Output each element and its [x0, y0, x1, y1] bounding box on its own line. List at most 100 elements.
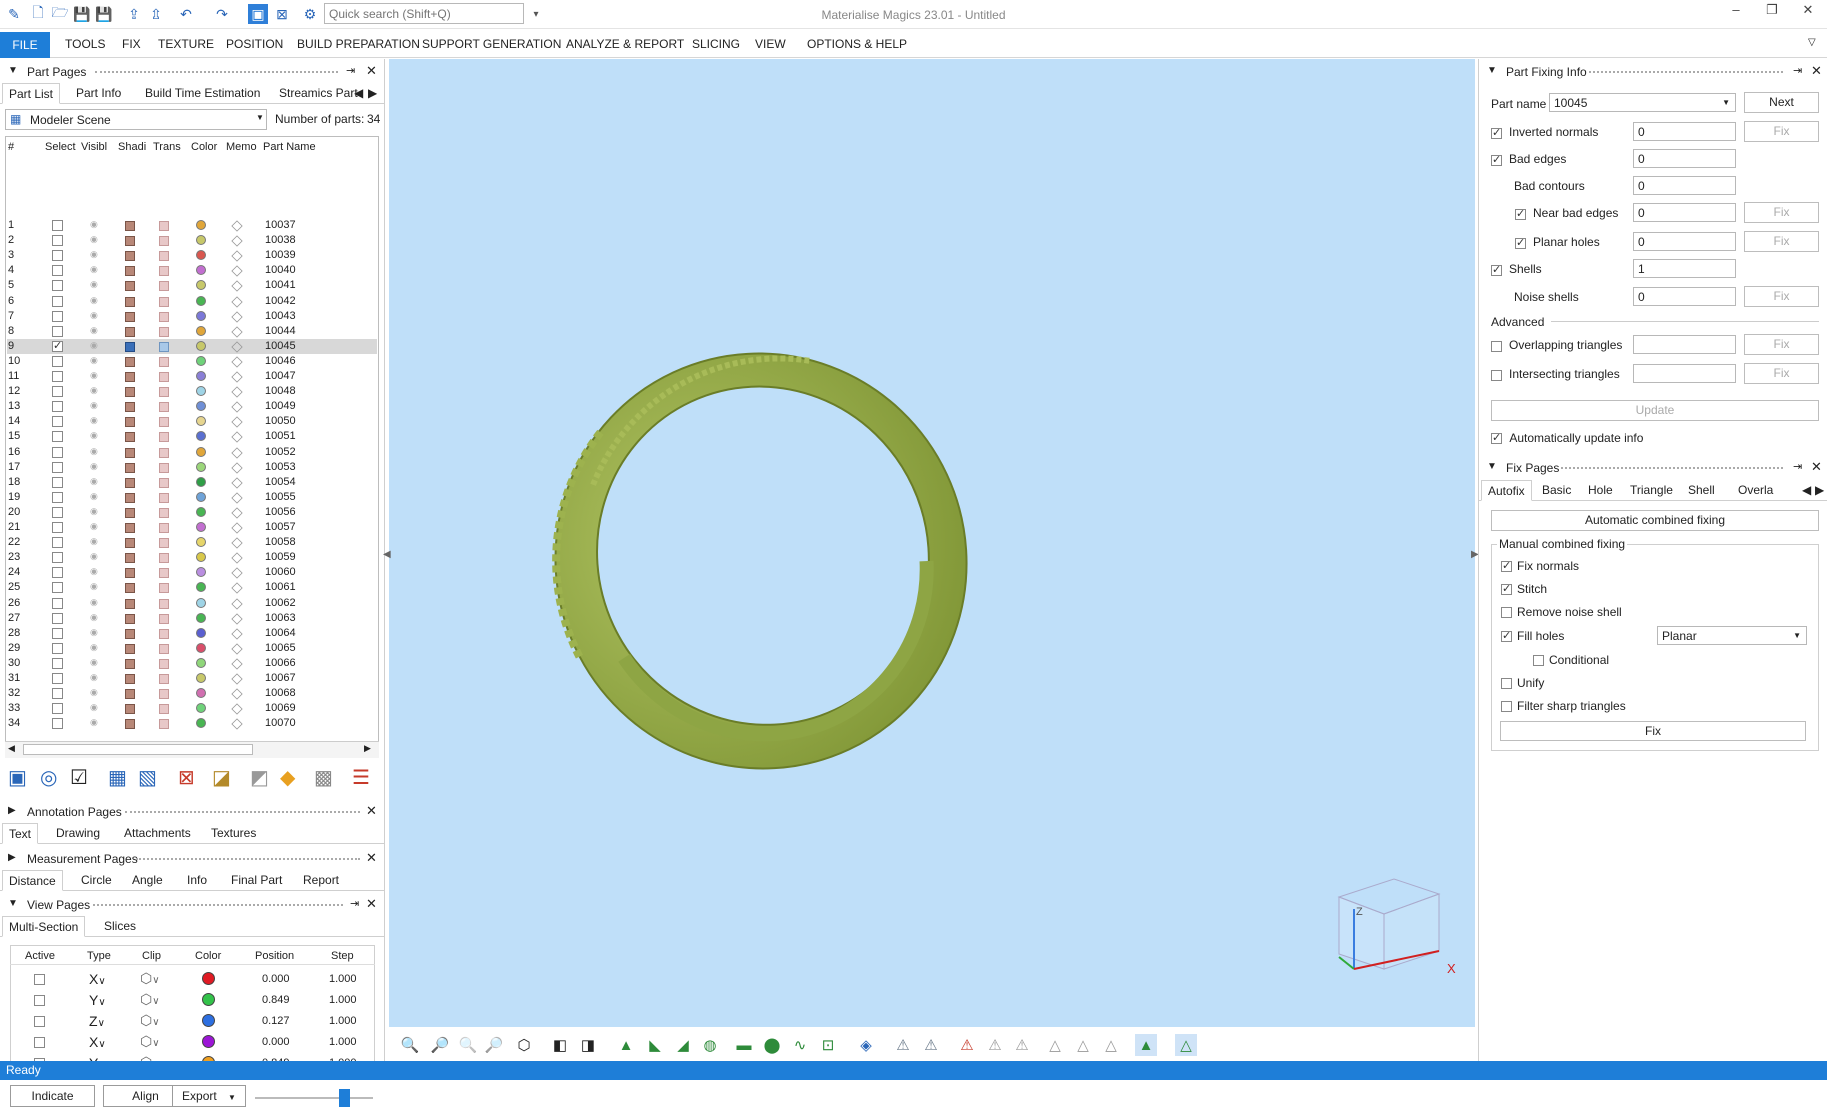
tab-info[interactable]: Info [181, 870, 213, 891]
update-button[interactable]: Update [1491, 400, 1819, 421]
pin-icon[interactable]: ⇥ [1793, 64, 1802, 77]
open-file-icon[interactable]: 🗁 [50, 4, 70, 24]
table-row[interactable]: 23 ◉ 10059 [7, 550, 377, 565]
visible-eye-icon[interactable]: ◉ [90, 430, 98, 441]
step-value[interactable]: 1.000 [329, 1015, 357, 1027]
tab-shell[interactable]: Shell [1682, 480, 1721, 501]
visible-eye-icon[interactable]: ◉ [90, 249, 98, 260]
table-row[interactable]: 24 ◉ 10060 [7, 565, 377, 580]
table-row[interactable]: 17 ◉ 10053 [7, 460, 377, 475]
checkbox[interactable] [1501, 582, 1512, 596]
table-row[interactable]: 5 ◉ 10041 [7, 278, 377, 293]
visible-eye-icon[interactable]: ◉ [90, 476, 98, 487]
tab-text[interactable]: Text [2, 823, 39, 844]
visible-eye-icon[interactable]: ◉ [90, 279, 98, 290]
tab-scroll-right-icon[interactable]: ▶ [1814, 480, 1825, 501]
part-fixing-info-header[interactable]: ▼ Part Fixing Info ⇥ ✕ [1479, 62, 1827, 82]
table-row[interactable]: 4 ◉ 10040 [7, 263, 377, 278]
restore-icon[interactable]: ❐ [1754, 2, 1790, 24]
table-row[interactable]: 21 ◉ 10057 [7, 520, 377, 535]
fix-option-checkbox[interactable]: Conditional [1533, 653, 1609, 667]
col-transparency[interactable]: Trans [153, 141, 181, 153]
table-row[interactable]: 1 ◉ 10037 [7, 218, 377, 233]
row-checkbox[interactable] [1491, 263, 1502, 277]
checkbox[interactable] [1501, 607, 1512, 619]
close-panel-icon[interactable]: ✕ [366, 803, 377, 819]
position-value[interactable]: 0.000 [262, 1036, 290, 1048]
visible-eye-icon[interactable]: ◉ [90, 340, 98, 351]
table-row[interactable]: 20 ◉ 10056 [7, 505, 377, 520]
menu-analyze-report[interactable]: ANALYZE & REPORT [566, 37, 684, 51]
tab-basic[interactable]: Basic [1536, 480, 1577, 501]
visible-eye-icon[interactable]: ◉ [90, 264, 98, 275]
section-color-swatch[interactable] [202, 972, 215, 988]
collapse-icon[interactable]: ▼ [8, 898, 18, 909]
mark-filter-icon[interactable]: △ [1100, 1034, 1122, 1056]
row-checkbox[interactable] [1491, 153, 1502, 167]
horizontal-scrollbar[interactable]: ◀ ▶ [5, 741, 379, 758]
zoom-part-icon[interactable]: 🔍 [457, 1034, 479, 1056]
view-cube[interactable]: Z X [1319, 869, 1469, 999]
tab-circle[interactable]: Circle [75, 870, 118, 891]
table-row[interactable]: 32 ◉ 10068 [7, 686, 377, 701]
invert-selection-icon[interactable]: ☑ [70, 765, 88, 790]
table-row[interactable]: 19 ◉ 10055 [7, 490, 377, 505]
table-row[interactable]: 26 ◉ 10062 [7, 596, 377, 611]
close-panel-icon[interactable]: ✕ [1811, 459, 1822, 475]
annotation-pages-header[interactable]: ▶ Annotation Pages ✕ [0, 802, 384, 822]
visible-eye-icon[interactable]: ◉ [90, 657, 98, 668]
menu-position[interactable]: POSITION [226, 37, 283, 51]
col-memo[interactable]: Memo [226, 141, 257, 153]
step-value[interactable]: 1.000 [329, 994, 357, 1006]
zoom-all-icon[interactable]: 🔎 [483, 1034, 505, 1056]
section-color-swatch[interactable] [202, 1014, 215, 1030]
menu-tools[interactable]: TOOLS [65, 37, 105, 51]
tab-build-time-estimation[interactable]: Build Time Estimation [139, 83, 266, 104]
new-file-icon[interactable]: 🗋 [28, 4, 48, 24]
import-icon[interactable]: ⇪ [124, 4, 144, 24]
section-row[interactable]: Z∨ ⬡∨ 0.127 1.000 [10, 1011, 375, 1031]
3d-viewport[interactable]: Z X ◀ ▶ [383, 59, 1479, 1027]
visible-eye-icon[interactable]: ◉ [90, 385, 98, 396]
visible-eye-icon[interactable]: ◉ [90, 310, 98, 321]
fix-row-button[interactable]: Fix [1744, 202, 1819, 223]
fixture-icon[interactable]: ▩ [314, 765, 333, 790]
tab-textures[interactable]: Textures [205, 823, 262, 844]
indicate-button[interactable]: Indicate [10, 1085, 95, 1107]
table-row[interactable]: 2 ◉ 10038 [7, 233, 377, 248]
tab-scroll-left-icon[interactable]: ◀ [353, 83, 364, 104]
visible-eye-icon[interactable]: ◉ [90, 506, 98, 517]
visible-eye-icon[interactable]: ◉ [90, 491, 98, 502]
zoom-icon[interactable]: 🔍 [399, 1034, 421, 1056]
quick-search-input[interactable] [324, 3, 524, 24]
fix-row-button[interactable]: Fix [1744, 231, 1819, 252]
tab-angle[interactable]: Angle [126, 870, 169, 891]
mark-window-icon[interactable]: ⊡ [817, 1034, 839, 1056]
mark-thin-icon[interactable]: △ [1072, 1034, 1094, 1056]
deselect-icon[interactable]: ⊠ [272, 4, 292, 24]
tab-autofix[interactable]: Autofix [1481, 480, 1532, 501]
fix-row-button[interactable]: Fix [1744, 286, 1819, 307]
redo-icon[interactable]: ↷ [212, 4, 232, 24]
dock-grip[interactable] [1589, 71, 1783, 74]
visible-eye-icon[interactable]: ◉ [90, 415, 98, 426]
menu-options-help[interactable]: OPTIONS & HELP [807, 37, 907, 51]
mark-plane-icon[interactable]: ◣ [644, 1034, 666, 1056]
visible-eye-icon[interactable]: ◉ [90, 446, 98, 457]
position-value[interactable]: 0.127 [262, 1015, 290, 1027]
table-row[interactable]: 29 ◉ 10065 [7, 641, 377, 656]
wireframe-mode-icon[interactable]: △ [1175, 1034, 1197, 1056]
table-row[interactable]: 14 ◉ 10050 [7, 414, 377, 429]
tab-report[interactable]: Report [297, 870, 345, 891]
close-panel-icon[interactable]: ✕ [1811, 63, 1822, 79]
visible-eye-icon[interactable]: ◉ [90, 370, 98, 381]
menu-file[interactable]: FILE [0, 32, 50, 58]
visible-eye-icon[interactable]: ◉ [90, 400, 98, 411]
step-value[interactable]: 1.000 [329, 973, 357, 985]
row-checkbox[interactable] [1491, 339, 1502, 353]
section-row[interactable]: Y∨ ⬡∨ 0.849 1.000 [10, 990, 375, 1010]
table-row[interactable]: 25 ◉ 10061 [7, 580, 377, 595]
section-color-swatch[interactable] [202, 993, 215, 1009]
step-value[interactable]: 1.000 [329, 1036, 357, 1048]
expand-icon[interactable]: ▶ [8, 805, 16, 816]
